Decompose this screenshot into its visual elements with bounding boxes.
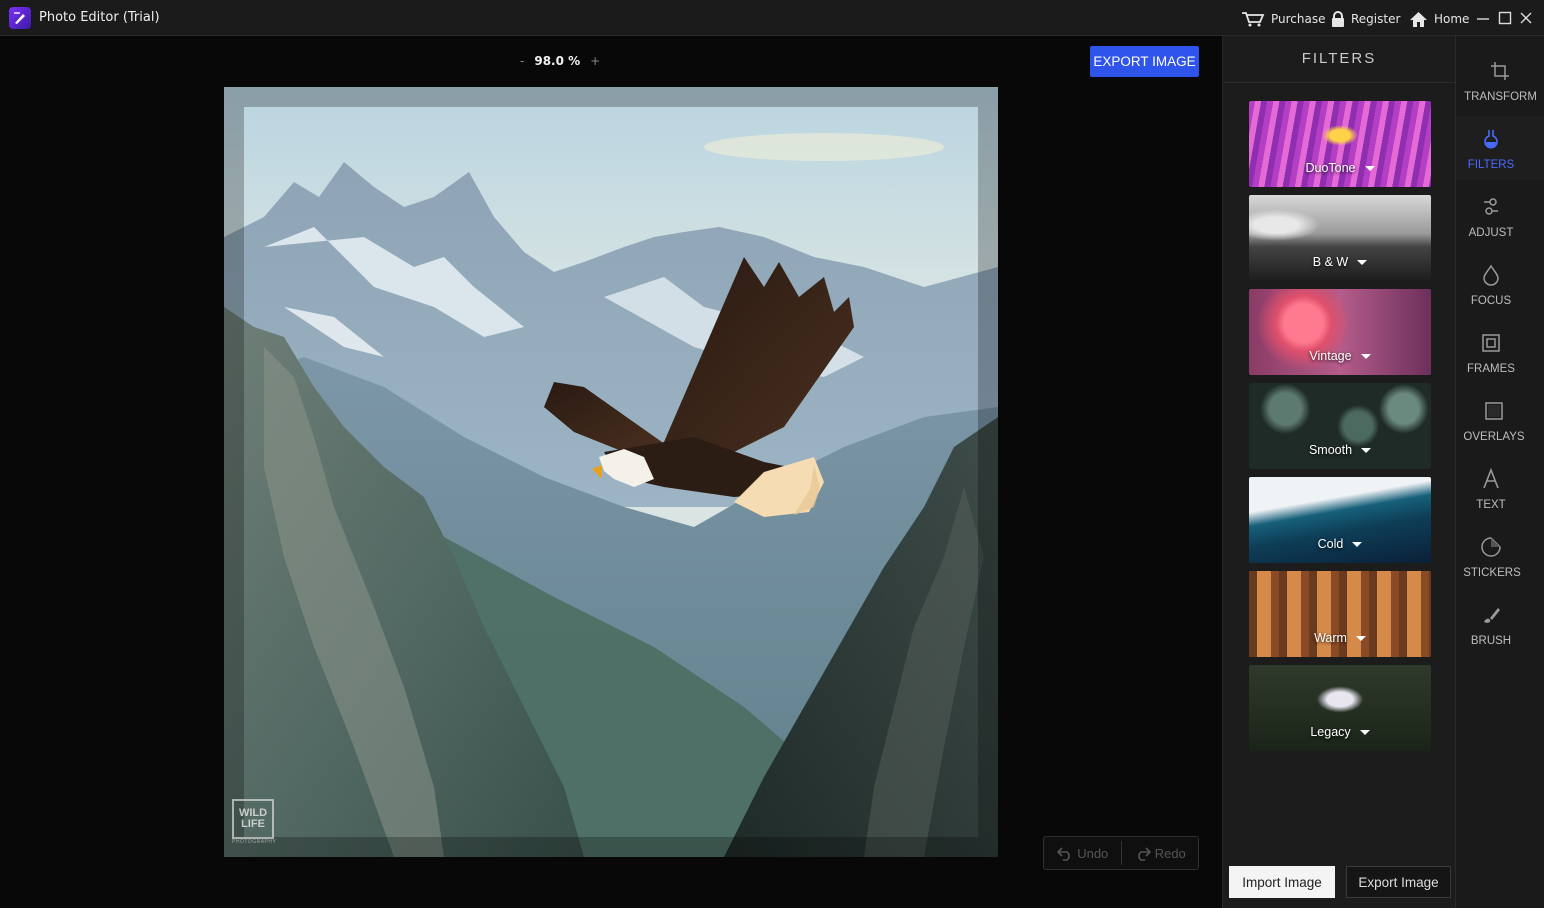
- zoom-out-button[interactable]: -: [520, 54, 524, 68]
- sliders-icon: [1484, 198, 1498, 215]
- sticker-icon: [1481, 537, 1501, 557]
- register-label: Register: [1351, 12, 1401, 26]
- chevron-down-icon[interactable]: [1352, 541, 1363, 547]
- eagle-mountain-photo: [224, 87, 998, 857]
- tool-frames[interactable]: FRAMES: [1456, 320, 1544, 384]
- tool-transform[interactable]: TRANSFORM: [1456, 48, 1544, 112]
- tool-adjust[interactable]: ADJUST: [1456, 184, 1544, 248]
- chevron-down-icon[interactable]: [1361, 447, 1372, 453]
- flask-icon: [1484, 130, 1498, 149]
- filter-vintage[interactable]: Vintage: [1249, 289, 1431, 375]
- maximize-icon[interactable]: [1498, 10, 1512, 26]
- photo-canvas[interactable]: WILD LIFE PHOTOGRAPHY: [224, 87, 998, 857]
- chevron-down-icon[interactable]: [1359, 729, 1370, 735]
- filters-title: FILTERS: [1301, 50, 1377, 67]
- filter-duotone[interactable]: DuoTone: [1249, 101, 1431, 187]
- app-logo-icon: [9, 7, 31, 29]
- text-icon: [1483, 468, 1499, 489]
- zoom-in-button[interactable]: +: [590, 54, 600, 68]
- filter-warm[interactable]: Warm: [1249, 571, 1431, 657]
- drop-icon: [1483, 264, 1499, 286]
- undo-redo-group: Undo Redo: [1043, 836, 1199, 870]
- tool-text[interactable]: TEXT: [1456, 456, 1544, 520]
- close-icon[interactable]: [1519, 10, 1533, 26]
- zoom-control: - 98.0 % +: [520, 54, 600, 68]
- title-bar: Photo Editor (Trial) Purchase Register H…: [0, 0, 1544, 36]
- undo-button[interactable]: Undo: [1044, 837, 1121, 869]
- zoom-value: 98.0 %: [534, 54, 581, 68]
- purchase-link[interactable]: Purchase: [1241, 10, 1326, 28]
- register-link[interactable]: Register: [1331, 10, 1400, 28]
- minimize-icon[interactable]: [1476, 10, 1490, 26]
- import-image-button[interactable]: Import Image: [1229, 866, 1335, 898]
- chevron-down-icon[interactable]: [1357, 259, 1368, 265]
- filter-cold[interactable]: Cold: [1249, 477, 1431, 563]
- undo-icon: [1057, 847, 1070, 861]
- frame-icon: [1482, 334, 1500, 352]
- export-image-button[interactable]: EXPORT IMAGE: [1090, 46, 1199, 77]
- home-label: Home: [1434, 12, 1470, 26]
- watermark-subtitle: PHOTOGRAPHY: [232, 839, 277, 845]
- crop-icon: [1491, 62, 1509, 80]
- app-title: Photo Editor (Trial): [39, 10, 160, 25]
- tool-focus[interactable]: FOCUS: [1456, 252, 1544, 316]
- filter-smooth[interactable]: Smooth: [1249, 383, 1431, 469]
- cart-icon: [1242, 12, 1265, 27]
- chevron-down-icon[interactable]: [1364, 165, 1375, 171]
- filter-bw[interactable]: B & W: [1249, 195, 1431, 281]
- filter-legacy[interactable]: Legacy: [1249, 665, 1431, 751]
- watermark-logo: WILD LIFE: [232, 799, 274, 839]
- square-icon: [1485, 402, 1503, 420]
- export-image-bottom-button[interactable]: Export Image: [1346, 866, 1451, 898]
- tool-stickers[interactable]: STICKERS: [1456, 524, 1544, 588]
- filters-divider: [1223, 82, 1455, 83]
- home-link[interactable]: Home: [1409, 10, 1469, 28]
- brush-icon: [1484, 608, 1500, 623]
- purchase-label: Purchase: [1271, 12, 1326, 26]
- tool-brush[interactable]: BRUSH: [1456, 592, 1544, 656]
- redo-icon: [1137, 847, 1151, 861]
- tool-filters[interactable]: FILTERS: [1456, 116, 1544, 180]
- chevron-down-icon[interactable]: [1355, 635, 1366, 641]
- home-icon: [1410, 11, 1427, 27]
- tool-overlays[interactable]: OVERLAYS: [1456, 388, 1544, 452]
- tools-sidebar: TRANSFORM FILTERS ADJUST FOCUS FRAMES OV…: [1455, 36, 1544, 908]
- redo-button[interactable]: Redo: [1122, 837, 1199, 869]
- lock-icon: [1332, 10, 1344, 27]
- filters-panel: FILTERS DuoTone B & W Vintage Smooth Col…: [1222, 36, 1455, 908]
- chevron-down-icon[interactable]: [1360, 353, 1371, 359]
